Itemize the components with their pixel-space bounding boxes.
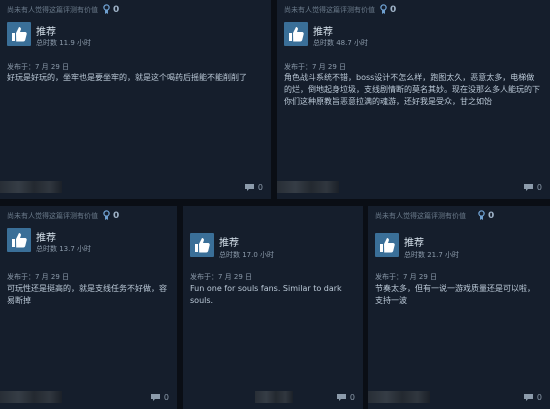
award-count: 0 bbox=[113, 4, 120, 15]
review-text: 可玩性还是挺高的，就是支线任务不好做，容易断掉 bbox=[7, 284, 167, 305]
comment-count: 0 bbox=[163, 393, 169, 402]
review-card: 尚未有人觉得这篇评测有价值 0 推荐 总时数 21.7 小时 发布于：7 月 2… bbox=[368, 206, 550, 409]
review-card: 尚未有人觉得这篇评测有价值 0 推荐 总时数 48.7 小时 发布于：7 月 2… bbox=[277, 0, 550, 199]
reviewer-avatar-blurred bbox=[0, 181, 62, 193]
comments-button[interactable]: 0 bbox=[523, 393, 542, 402]
comment-icon bbox=[336, 394, 346, 401]
review-footer: 0 bbox=[277, 169, 550, 199]
hours-played: 总时数 11.9 小时 bbox=[36, 39, 92, 47]
award-icon bbox=[380, 4, 387, 14]
thumbs-up-icon bbox=[375, 233, 399, 257]
award-icon bbox=[103, 210, 110, 220]
thumbs-up-icon bbox=[7, 228, 31, 252]
recommendation-label: 推荐 bbox=[36, 27, 56, 38]
review-footer: 0 bbox=[183, 379, 363, 409]
comment-icon bbox=[523, 184, 533, 191]
reviewer-avatar-blurred bbox=[255, 391, 293, 403]
review-card: 尚未有人觉得这篇评测有价值 0 推荐 总时数 13.7 小时 发布于：7 月 2… bbox=[0, 206, 177, 409]
comment-count: 0 bbox=[536, 393, 542, 402]
reviewer-avatar-blurred bbox=[0, 391, 62, 403]
award-button[interactable]: 0 bbox=[102, 210, 119, 221]
hours-played: 总时数 21.7 小时 bbox=[404, 251, 460, 259]
award-button[interactable]: 0 bbox=[477, 210, 494, 221]
comment-icon bbox=[244, 184, 254, 191]
hours-played: 总时数 48.7 小时 bbox=[313, 39, 369, 47]
hours-played: 总时数 13.7 小时 bbox=[36, 245, 92, 253]
comments-button[interactable]: 0 bbox=[523, 183, 542, 192]
recommendation-label: 推荐 bbox=[404, 238, 424, 249]
review-footer: 0 bbox=[0, 169, 271, 199]
comments-button[interactable]: 0 bbox=[336, 393, 355, 402]
posted-date: 发布于：7 月 29 日 bbox=[190, 273, 253, 281]
reviewer-avatar-blurred bbox=[368, 391, 430, 403]
comments-button[interactable]: 0 bbox=[244, 183, 263, 192]
comment-count: 0 bbox=[349, 393, 355, 402]
posted-date: 发布于：7 月 29 日 bbox=[7, 273, 70, 281]
thumbs-up-icon bbox=[7, 22, 31, 46]
comments-button[interactable]: 0 bbox=[150, 393, 169, 402]
hours-played: 总时数 17.0 小时 bbox=[219, 251, 275, 259]
review-text: Fun one for souls fans. Similar to dark … bbox=[190, 284, 342, 305]
review-text: 节奏太多，但有一说一游戏质量还是可以啦，支持一波 bbox=[375, 284, 535, 305]
posted-date: 发布于：7 月 29 日 bbox=[375, 273, 438, 281]
comment-count: 0 bbox=[257, 183, 263, 192]
review-footer: 0 bbox=[0, 379, 177, 409]
award-button[interactable]: 0 bbox=[379, 4, 396, 15]
review-card: 推荐 总时数 17.0 小时 发布于：7 月 29 日 Fun one for … bbox=[183, 206, 363, 409]
recommendation-label: 推荐 bbox=[313, 27, 333, 38]
posted-date: 发布于：7 月 29 日 bbox=[7, 63, 70, 71]
helpful-text: 尚未有人觉得这篇评测有价值 bbox=[284, 6, 375, 14]
thumbs-up-icon bbox=[190, 233, 214, 257]
review-text: 角色战斗系统不错，boss设计不怎么样，跑图太久，恶意太多，电梯做的烂，倒地起身… bbox=[284, 73, 540, 106]
award-count: 0 bbox=[113, 210, 120, 221]
award-button[interactable]: 0 bbox=[102, 4, 119, 15]
comment-count: 0 bbox=[536, 183, 542, 192]
comment-icon bbox=[150, 394, 160, 401]
award-icon bbox=[103, 4, 110, 14]
helpful-text: 尚未有人觉得这篇评测有价值 bbox=[7, 6, 98, 14]
helpful-text: 尚未有人觉得这篇评测有价值 bbox=[7, 212, 98, 220]
thumbs-up-icon bbox=[284, 22, 308, 46]
posted-date: 发布于：7 月 29 日 bbox=[284, 63, 347, 71]
comment-icon bbox=[523, 394, 533, 401]
review-text: 好玩是好玩的，坐牢也是要坐牢的，就是这个喝药后摇能不能削削了 bbox=[7, 73, 247, 82]
recommendation-label: 推荐 bbox=[219, 238, 239, 249]
review-card: 尚未有人觉得这篇评测有价值 0 推荐 总时数 11.9 小时 发布于：7 月 2… bbox=[0, 0, 271, 199]
review-footer: 0 bbox=[368, 379, 550, 409]
award-count: 0 bbox=[390, 4, 397, 15]
award-icon bbox=[478, 210, 485, 220]
reviewer-avatar-blurred bbox=[277, 181, 339, 193]
recommendation-label: 推荐 bbox=[36, 233, 56, 244]
helpful-text: 尚未有人觉得这篇评测有价值 bbox=[375, 212, 466, 220]
award-count: 0 bbox=[488, 210, 495, 221]
